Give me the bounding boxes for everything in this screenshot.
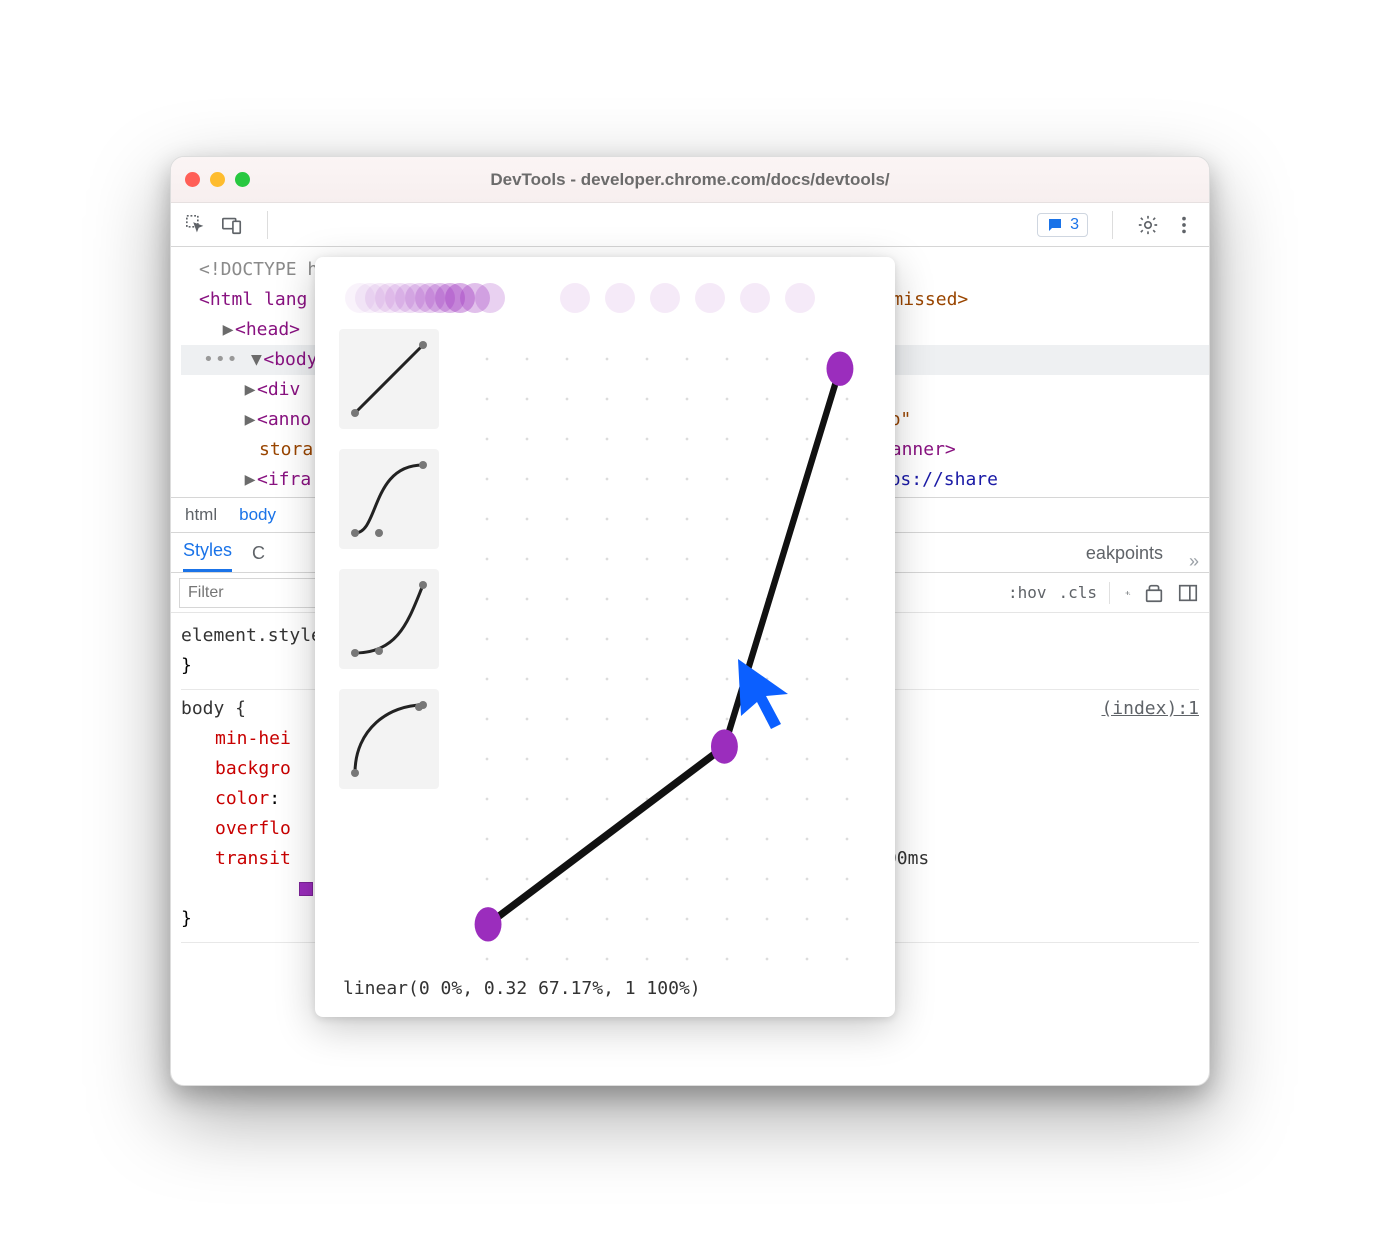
easing-readout: linear(0 0%, 0.32 67.17%, 1 100%) — [339, 964, 871, 1001]
property-min-height[interactable]: min-hei — [215, 728, 291, 749]
preview-ball — [605, 283, 635, 313]
filter-input[interactable] — [179, 578, 319, 608]
preview-ball — [560, 283, 590, 313]
easing-control-point[interactable] — [826, 351, 853, 385]
preset-linear[interactable] — [339, 329, 439, 429]
computed-styles-icon[interactable] — [1143, 582, 1165, 604]
rule-source-link[interactable]: (index):1 — [1101, 694, 1199, 724]
new-style-rule-icon[interactable] — [1109, 582, 1131, 604]
settings-icon[interactable] — [1137, 214, 1159, 236]
preset-ease-in-out[interactable] — [339, 449, 439, 549]
tabs-overflow-icon[interactable]: » — [1189, 551, 1197, 572]
easing-control-point[interactable] — [711, 729, 738, 763]
preview-ball — [650, 283, 680, 313]
preview-ball — [475, 283, 505, 313]
traffic-lights — [185, 172, 250, 187]
easing-presets — [339, 329, 439, 964]
preview-ball — [695, 283, 725, 313]
tab-breakpoints[interactable]: eakpoints — [1086, 543, 1163, 572]
cls-toggle[interactable]: .cls — [1058, 583, 1097, 602]
device-toggle-icon[interactable] — [221, 214, 243, 236]
feedback-icon — [1046, 216, 1064, 234]
easing-swatch-icon[interactable] — [299, 882, 313, 896]
maximize-button[interactable] — [235, 172, 250, 187]
breadcrumb-body[interactable]: body — [239, 505, 276, 525]
cursor-pointer-icon — [733, 654, 803, 734]
titlebar: DevTools - developer.chrome.com/docs/dev… — [171, 157, 1209, 203]
easing-control-point[interactable] — [475, 907, 502, 941]
devtools-window: DevTools - developer.chrome.com/docs/dev… — [170, 156, 1210, 1086]
preset-ease-out[interactable] — [339, 689, 439, 789]
tab-computed[interactable]: C — [252, 543, 265, 572]
minimize-button[interactable] — [210, 172, 225, 187]
feedback-badge[interactable]: 3 — [1037, 213, 1088, 237]
easing-editor-popover: linear(0 0%, 0.32 67.17%, 1 100%) — [315, 257, 895, 1017]
breadcrumb-html[interactable]: html — [185, 505, 217, 525]
toolbar: 3 — [171, 203, 1209, 247]
feedback-count: 3 — [1070, 216, 1079, 234]
easing-preview — [345, 277, 865, 319]
toggle-sidebar-icon[interactable] — [1177, 582, 1199, 604]
window-title: DevTools - developer.chrome.com/docs/dev… — [171, 170, 1209, 190]
property-overflow[interactable]: overflo — [215, 818, 291, 839]
hov-toggle[interactable]: :hov — [1008, 583, 1047, 602]
tab-styles[interactable]: Styles — [183, 540, 232, 572]
preset-ease-in[interactable] — [339, 569, 439, 669]
property-color[interactable]: color — [215, 788, 269, 809]
preview-ball — [785, 283, 815, 313]
inspect-icon[interactable] — [185, 214, 207, 236]
kebab-menu-icon[interactable] — [1173, 214, 1195, 236]
preview-ball — [740, 283, 770, 313]
property-transition[interactable]: transit — [215, 848, 291, 869]
close-button[interactable] — [185, 172, 200, 187]
property-background[interactable]: backgro — [215, 758, 291, 779]
easing-canvas[interactable] — [457, 329, 871, 964]
